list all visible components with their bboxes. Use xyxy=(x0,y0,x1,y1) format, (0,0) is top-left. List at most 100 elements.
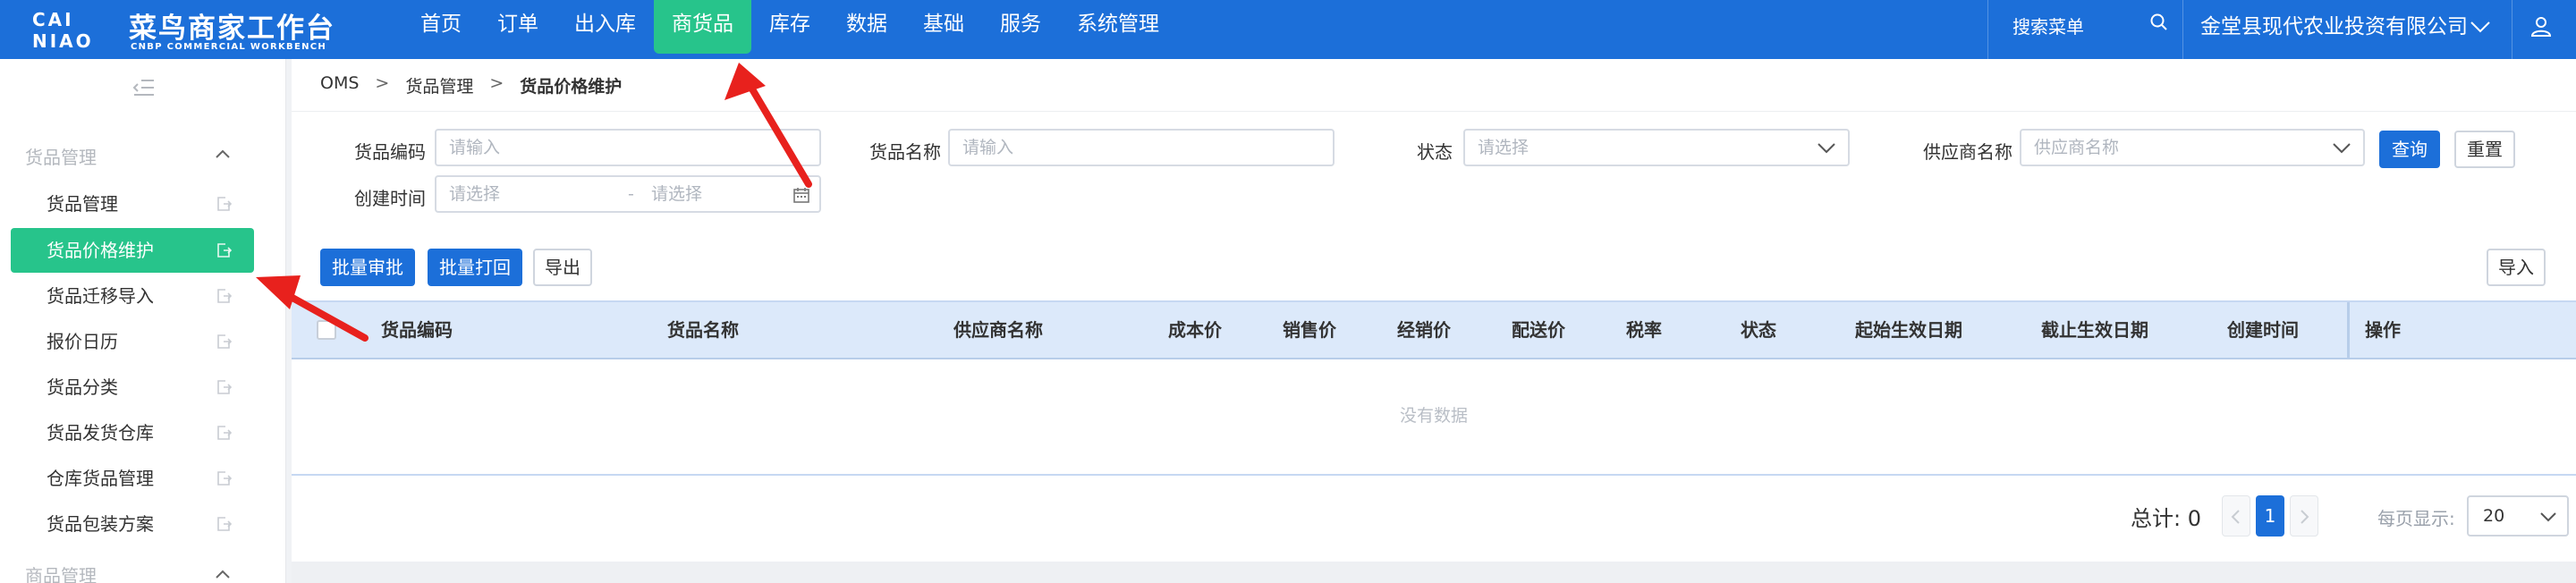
footer-strip xyxy=(292,562,2576,583)
nav-item-inout[interactable]: 出入库 xyxy=(556,0,654,54)
column-header[interactable]: 起始生效日期 xyxy=(1855,302,1962,358)
sidebar-item-packaging-plan[interactable]: 货品包装方案 xyxy=(11,502,254,546)
logo-mark-line1: CAI xyxy=(32,9,74,30)
calendar-icon[interactable] xyxy=(792,186,810,204)
goods-name-input[interactable]: 请输入 xyxy=(948,129,1335,166)
search-button[interactable]: 查询 xyxy=(2379,131,2440,168)
breadcrumb-separator-icon: > xyxy=(375,73,390,93)
nav-item-goods[interactable]: 商货品 xyxy=(654,0,751,54)
open-external-icon[interactable] xyxy=(215,378,233,396)
empty-state: 没有数据 xyxy=(292,359,2576,476)
main-content: OMS > 货品管理 > 货品价格维护 货品编码 请输入 货品名称 请输入 状态… xyxy=(292,59,2576,583)
column-header[interactable]: 销售价 xyxy=(1283,302,1336,358)
chevron-down-icon xyxy=(1818,143,1835,154)
brand-logo[interactable]: CAI NIAO 菜鸟商家工作台 CNBP COMMERCIAL WORKBEN… xyxy=(29,5,351,54)
sidebar-item-goods-manage[interactable]: 货品管理 xyxy=(11,182,254,226)
breadcrumb: OMS > 货品管理 > 货品价格维护 xyxy=(320,73,622,97)
open-external-icon[interactable] xyxy=(215,195,233,213)
goods-code-label: 货品编码 xyxy=(354,141,426,163)
sidebar-group-goods[interactable]: 货品管理 xyxy=(25,143,97,169)
sidebar-group-products[interactable]: 商品管理 xyxy=(25,562,97,583)
sidebar-item-warehouse-goods[interactable]: 仓库货品管理 xyxy=(11,456,254,501)
created-start-placeholder[interactable]: 请选择 xyxy=(449,184,500,204)
goods-code-placeholder: 请输入 xyxy=(449,138,501,157)
breadcrumb-item-goods[interactable]: 货品管理 xyxy=(405,73,473,97)
column-header: 操作 xyxy=(2365,319,2401,341)
open-external-icon[interactable] xyxy=(215,287,233,305)
range-separator: - xyxy=(628,184,634,204)
next-page-button[interactable] xyxy=(2290,495,2318,537)
open-external-icon[interactable] xyxy=(215,241,233,259)
chevron-down-icon xyxy=(2333,143,2351,154)
column-header[interactable]: 货品编码 xyxy=(381,302,453,358)
page-number-current[interactable]: 1 xyxy=(2256,495,2284,537)
open-external-icon[interactable] xyxy=(215,333,233,351)
search-icon[interactable] xyxy=(2149,13,2169,32)
export-button[interactable]: 导出 xyxy=(533,249,592,286)
open-external-icon[interactable] xyxy=(215,424,233,442)
column-header[interactable]: 供应商名称 xyxy=(953,302,1043,358)
import-button[interactable]: 导入 xyxy=(2487,249,2546,286)
column-divider[interactable] xyxy=(2347,302,2350,358)
page-size-select[interactable]: 20 xyxy=(2467,495,2569,537)
column-header[interactable]: 配送价 xyxy=(1512,302,1565,358)
chevron-up-icon[interactable] xyxy=(215,148,231,159)
status-label: 状态 xyxy=(1417,141,1453,163)
column-header[interactable]: 货品名称 xyxy=(667,302,739,358)
company-switcher[interactable]: 金堂县现代农业投资有限公司 xyxy=(2200,9,2468,39)
open-external-icon[interactable] xyxy=(215,469,233,487)
column-header[interactable]: 经销价 xyxy=(1397,302,1451,358)
column-header[interactable]: 创建时间 xyxy=(2227,302,2299,358)
sidebar-item-label: 货品迁移导入 xyxy=(47,285,154,307)
status-select[interactable]: 请选择 xyxy=(1463,129,1850,166)
column-header[interactable]: 成本价 xyxy=(1168,302,1222,358)
menu-search-input[interactable]: 搜索菜单 xyxy=(2012,13,2169,39)
reset-button[interactable]: 重置 xyxy=(2454,131,2515,168)
sidebar-item-label: 报价日历 xyxy=(47,331,118,352)
breadcrumb-item-oms[interactable]: OMS xyxy=(320,73,359,97)
chevron-up-icon[interactable] xyxy=(215,569,231,579)
nav-item-inventory[interactable]: 库存 xyxy=(751,0,828,54)
supplier-select[interactable]: 供应商名称 xyxy=(2020,129,2365,166)
nav-item-data[interactable]: 数据 xyxy=(828,0,905,54)
column-header[interactable]: 截止生效日期 xyxy=(2041,302,2148,358)
cainiao-logo-mark: CAI NIAO xyxy=(32,11,118,50)
sidebar-item-shipping-warehouse[interactable]: 货品发货仓库 xyxy=(11,410,254,455)
breadcrumb-divider xyxy=(292,111,2576,112)
nav-item-basic[interactable]: 基础 xyxy=(905,0,982,54)
sidebar-item-label: 货品分类 xyxy=(47,376,118,398)
nav-item-service[interactable]: 服务 xyxy=(982,0,1059,54)
nav-item-home[interactable]: 首页 xyxy=(402,0,479,54)
created-time-range[interactable]: 请选择 - 请选择 xyxy=(435,175,821,213)
sidebar-item-migration-import[interactable]: 货品迁移导入 xyxy=(11,274,254,318)
sidebar-item-quote-calendar[interactable]: 报价日历 xyxy=(11,319,254,364)
sidebar-item-label: 货品价格维护 xyxy=(47,240,154,261)
batch-reject-button[interactable]: 批量打回 xyxy=(428,249,522,286)
open-external-icon[interactable] xyxy=(215,515,233,533)
column-header[interactable]: 状态 xyxy=(1741,302,1776,358)
chevron-left-icon xyxy=(2231,510,2240,524)
sidebar-item-price-maintenance[interactable]: 货品价格维护 xyxy=(11,228,254,273)
sidebar-item-label: 货品发货仓库 xyxy=(47,422,154,444)
user-icon[interactable] xyxy=(2529,14,2553,38)
status-placeholder: 请选择 xyxy=(1478,138,1530,157)
table-header: 货品编码 货品名称 供应商名称 成本价 销售价 经销价 配送价 税率 状态 起始… xyxy=(292,300,2576,359)
column-header[interactable]: 税率 xyxy=(1626,302,1662,358)
menu-search-placeholder: 搜索菜单 xyxy=(2012,16,2084,38)
collapse-menu-icon[interactable] xyxy=(132,77,156,98)
chevron-down-icon[interactable] xyxy=(2469,18,2492,36)
page-size-value: 20 xyxy=(2483,506,2505,526)
page-size-label: 每页显示: xyxy=(2377,508,2455,529)
main-nav: 首页 订单 出入库 商货品 库存 数据 基础 服务 系统管理 xyxy=(402,0,1177,59)
batch-approve-button[interactable]: 批量审批 xyxy=(320,249,415,286)
goods-code-input[interactable]: 请输入 xyxy=(435,129,821,166)
logo-mark-line2: NIAO xyxy=(32,30,94,52)
prev-page-button[interactable] xyxy=(2222,495,2250,537)
select-all-checkbox[interactable] xyxy=(317,320,336,340)
sidebar-item-goods-category[interactable]: 货品分类 xyxy=(11,365,254,410)
breadcrumb-separator-icon: > xyxy=(489,73,504,93)
supplier-label: 供应商名称 xyxy=(1923,141,2012,163)
created-end-placeholder[interactable]: 请选择 xyxy=(651,177,702,211)
nav-item-system[interactable]: 系统管理 xyxy=(1059,0,1177,54)
nav-item-orders[interactable]: 订单 xyxy=(479,0,556,54)
